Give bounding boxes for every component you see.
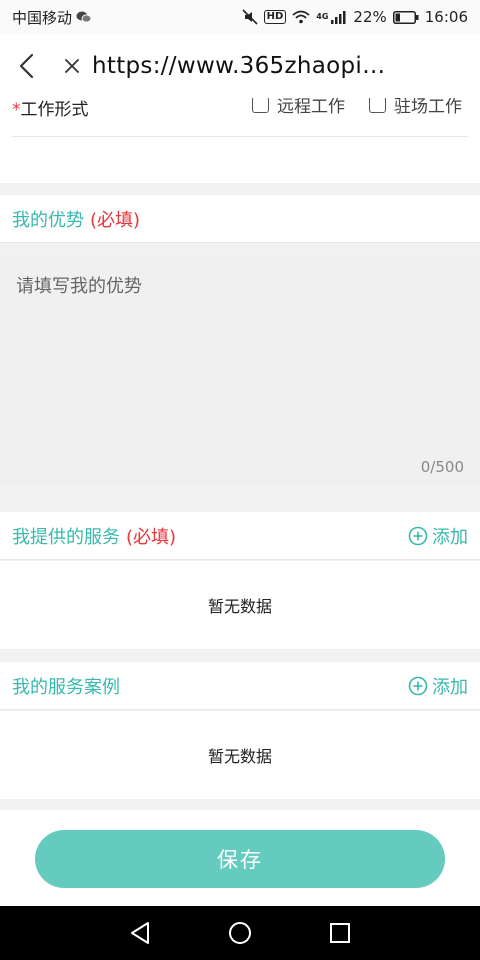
close-button[interactable] [52, 34, 92, 98]
carrier-name: 中国移动 [12, 8, 73, 27]
triangle-back-icon [131, 922, 149, 944]
footer: 保存 [0, 810, 480, 906]
chevron-left-icon [19, 53, 34, 79]
divider [12, 136, 468, 137]
browser-nav-bar: https://www.365zhaopin.c... [0, 34, 480, 98]
required-star: * [12, 100, 21, 120]
work-mode-label: *工作形式 [12, 95, 89, 120]
system-nav-bar [0, 906, 480, 960]
close-icon [65, 59, 79, 73]
add-service-button[interactable]: 添加 [408, 523, 468, 549]
cases-header: 我的服务案例 添加 [0, 662, 480, 710]
remote-checkbox[interactable] [252, 96, 269, 113]
advantage-area: 0/500 [0, 256, 480, 486]
services-title: 我提供的服务 [12, 526, 120, 548]
add-case-label: 添加 [432, 676, 468, 698]
status-bar: 中国移动 HD 4G 22% 16:06 [0, 0, 480, 34]
battery-percent: 22% [353, 8, 387, 26]
square-recents-icon [330, 923, 350, 943]
services-empty: 暂无数据 [0, 561, 480, 649]
mute-icon [242, 9, 258, 25]
cases-empty: 暂无数据 [0, 711, 480, 799]
signal-icon [331, 10, 347, 24]
char-count: 0/500 [420, 458, 464, 476]
advantage-title: 我的优势 [12, 209, 84, 231]
wechat-icon [76, 10, 92, 24]
back-button[interactable] [0, 34, 52, 98]
add-service-label: 添加 [432, 526, 468, 548]
battery-icon [392, 10, 419, 24]
services-empty-text: 暂无数据 [207, 597, 272, 616]
advantage-required: (必填) [90, 209, 141, 231]
cases-empty-text: 暂无数据 [207, 747, 272, 766]
cases-title: 我的服务案例 [12, 676, 120, 698]
onsite-checkbox[interactable] [369, 96, 386, 113]
work-mode-text: 工作形式 [20, 100, 89, 120]
advantage-header: 我的优势 (必填) [0, 195, 480, 243]
wifi-icon [292, 10, 310, 24]
services-required: (必填) [126, 526, 177, 548]
page-url: https://www.365zhaopin.c... [92, 53, 392, 79]
screen: 中国移动 HD 4G 22% 16:06 *工作形式 远程工作 驻场工作 htt… [0, 0, 480, 960]
add-case-button[interactable]: 添加 [408, 673, 468, 699]
system-back-button[interactable] [122, 915, 158, 951]
plus-circle-icon [408, 676, 428, 695]
clock: 16:06 [424, 8, 468, 26]
advantage-input[interactable] [0, 256, 480, 486]
plus-circle-icon [408, 526, 428, 545]
work-mode-row: *工作形式 远程工作 驻场工作 [0, 88, 480, 183]
save-button[interactable]: 保存 [35, 830, 445, 888]
system-recents-button[interactable] [322, 915, 358, 951]
system-home-button[interactable] [222, 915, 258, 951]
status-right: HD 4G 22% 16:06 [242, 8, 468, 26]
circle-home-icon [229, 922, 251, 944]
services-header: 我提供的服务 (必填) 添加 [0, 512, 480, 560]
status-left: 中国移动 [12, 7, 92, 28]
hd-badge: HD [263, 10, 287, 24]
network-type: 4G [316, 12, 329, 21]
